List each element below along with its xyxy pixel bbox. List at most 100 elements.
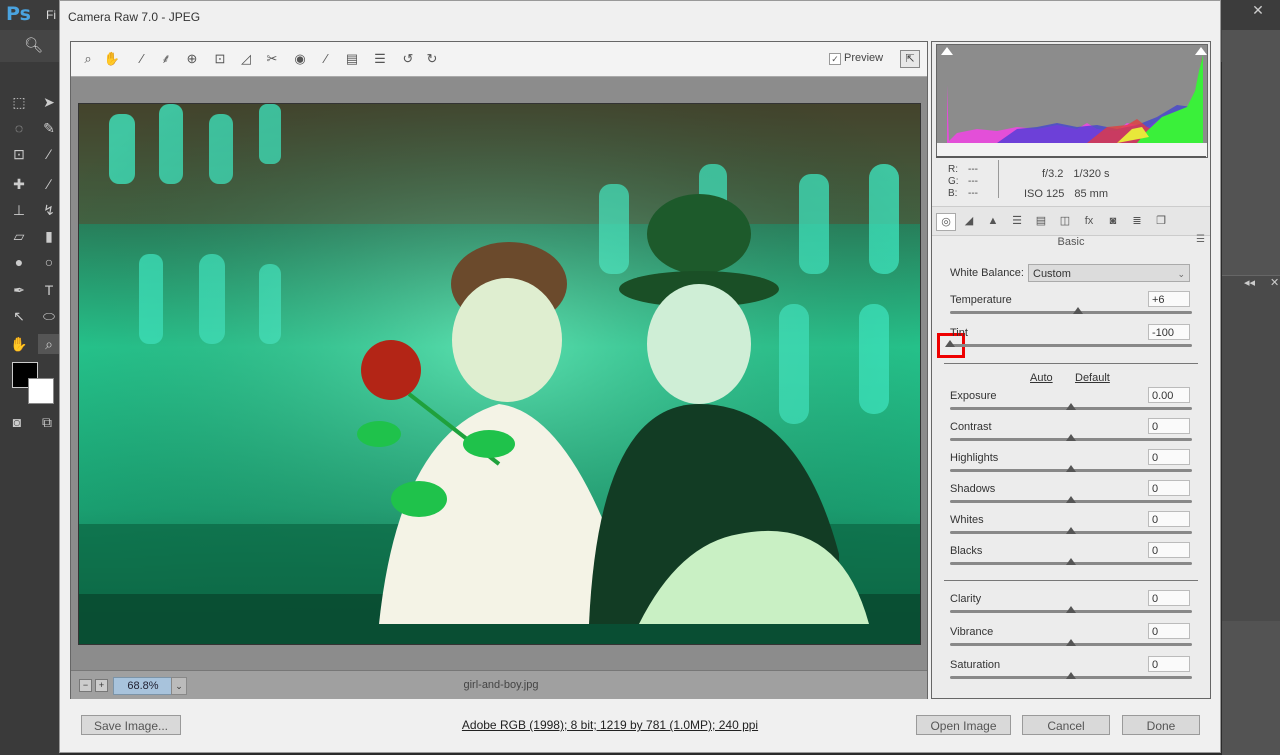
open-image-button[interactable]: Open Image [916,715,1011,735]
camera-info: f/3.2 1/320 s ISO 125 85 mm [1024,164,1110,204]
done-button[interactable]: Done [1122,715,1200,735]
clarity-slider-thumb[interactable] [1066,606,1076,613]
default-link[interactable]: Default [1075,372,1110,384]
gradient-tool-icon[interactable]: ▮ [38,226,60,246]
quick-mask-icon[interactable]: ◙ [6,412,28,432]
exposure-slider-thumb[interactable] [1066,403,1076,410]
section-divider [944,363,1198,364]
shadows-value-field[interactable]: 0 [1148,480,1190,496]
blacks-label: Blacks [950,545,983,557]
zoom-tool-icon[interactable]: 🔍︎ [24,36,43,54]
tint-value-field[interactable]: -100 [1148,324,1190,340]
panel-collapse-icon[interactable]: ◂◂ [1244,276,1255,289]
zoom-in-button[interactable]: + [95,679,108,692]
rotate-left-icon[interactable]: ↺ [399,50,417,68]
marquee-tool-icon[interactable]: ⬚ [8,92,30,112]
vibrance-value-field[interactable]: 0 [1148,623,1190,639]
whites-value-field[interactable]: 0 [1148,511,1190,527]
white-balance-tool-icon[interactable]: ⁄ [133,50,151,68]
pen-tool-icon[interactable]: ✒ [8,280,30,300]
temperature-value-field[interactable]: +6 [1148,291,1190,307]
highlights-value-field[interactable]: 0 [1148,449,1190,465]
tint-slider-track[interactable] [950,344,1192,347]
dodge-tool-icon[interactable]: ○ [38,252,60,272]
contrast-value-field[interactable]: 0 [1148,418,1190,434]
eyedropper-tool-icon[interactable]: ⁄ [38,144,60,164]
history-brush-icon[interactable]: ↯ [38,200,60,220]
photo-preview [78,103,921,645]
workflow-options-link[interactable]: Adobe RGB (1998); 8 bit; 1219 by 781 (1.… [460,718,760,732]
tab-snapshots-icon[interactable]: ❐ [1152,213,1170,229]
lasso-tool-icon[interactable]: ◌ [8,118,30,138]
zoom-level-field[interactable]: 68.8% [113,677,173,695]
red-eye-tool-icon[interactable]: ◉ [291,50,309,68]
clarity-value-field[interactable]: 0 [1148,590,1190,606]
path-select-icon[interactable]: ↖ [8,306,30,326]
panel-tabs: ◎ ◢ ▲ ☰ ▤ ◫ fx ◙ ≣ ❐ [932,206,1210,236]
app-close-button[interactable]: ✕ [1236,0,1280,22]
graduated-filter-icon[interactable]: ▤ [343,50,361,68]
clone-stamp-icon[interactable]: ⊥ [8,200,30,220]
tab-presets-icon[interactable]: ≣ [1128,213,1146,229]
tab-hsl-icon[interactable]: ☰ [1008,213,1026,229]
hand-tool-icon[interactable]: ✋ [8,334,30,354]
crop-tool-icon[interactable]: ⊡ [211,50,229,68]
blacks-slider-thumb[interactable] [1066,558,1076,565]
tab-detail-icon[interactable]: ▲ [984,213,1002,229]
panel-close-icon[interactable]: ✕ [1270,276,1279,289]
tint-slider-thumb[interactable] [945,340,955,347]
auto-link[interactable]: Auto [1030,372,1053,384]
tab-camera-calibration-icon[interactable]: ◙ [1104,213,1122,229]
color-sampler-tool-icon[interactable]: ⸙ [157,50,175,68]
highlights-slider-thumb[interactable] [1066,465,1076,472]
shadows-slider-thumb[interactable] [1066,496,1076,503]
type-tool-icon[interactable]: T [38,280,60,300]
whites-slider-thumb[interactable] [1066,527,1076,534]
tab-tone-curve-icon[interactable]: ◢ [960,213,978,229]
exposure-value-field[interactable]: 0.00 [1148,387,1190,403]
zoom-dropdown-icon[interactable]: ⌄ [171,677,187,695]
cancel-button[interactable]: Cancel [1022,715,1110,735]
blacks-value-field[interactable]: 0 [1148,542,1190,558]
shape-tool-icon[interactable]: ⬭ [38,306,60,326]
preferences-icon[interactable]: ☰ [371,50,389,68]
quick-select-tool-icon[interactable]: ✎ [38,118,60,138]
white-balance-select[interactable]: Custom ⌄ [1028,264,1190,282]
spot-removal-tool-icon[interactable]: ✂ [263,50,281,68]
temperature-slider-thumb[interactable] [1073,307,1084,314]
highlight-clipping-warning-icon[interactable] [1195,47,1207,55]
tab-split-toning-icon[interactable]: ▤ [1032,213,1050,229]
target-adjustment-tool-icon[interactable]: ⊕ [183,50,201,68]
screen-mode-icon[interactable]: ⧉ [36,412,58,432]
saturation-value-field[interactable]: 0 [1148,656,1190,672]
tab-effects-icon[interactable]: fx [1080,213,1098,229]
blur-tool-icon[interactable]: ● [8,252,30,272]
vibrance-slider-thumb[interactable] [1066,639,1076,646]
section-divider [944,580,1198,581]
straighten-tool-icon[interactable]: ◿ [237,50,255,68]
camera-raw-dialog: Camera Raw 7.0 - JPEG ⌕ ✋ ⁄ ⸙ ⊕ ⊡ ◿ ✂ ◉ … [59,0,1221,753]
background-color-swatch[interactable] [28,378,54,404]
tab-lens-corrections-icon[interactable]: ◫ [1056,213,1074,229]
zoom-tool-icon[interactable]: ⌕ [79,50,97,68]
zoom-tool-icon[interactable]: ⌕ [38,334,60,354]
tab-basic-icon[interactable]: ◎ [936,213,956,231]
move-tool-icon[interactable]: ➤ [38,92,60,112]
zoom-out-button[interactable]: − [79,679,92,692]
save-image-button[interactable]: Save Image... [81,715,181,735]
crop-tool-icon[interactable]: ⊡ [8,144,30,164]
contrast-slider-thumb[interactable] [1066,434,1076,441]
brush-tool-icon[interactable]: ∕ [38,174,60,194]
menu-file[interactable]: Fi [46,8,56,22]
eraser-tool-icon[interactable]: ▱ [8,226,30,246]
saturation-slider-thumb[interactable] [1066,672,1076,679]
rotate-right-icon[interactable]: ↻ [423,50,441,68]
preview-checkbox[interactable]: ✓ Preview [829,52,883,65]
adjustment-brush-icon[interactable]: ∕ [317,50,335,68]
hand-tool-icon[interactable]: ✋ [103,50,121,68]
shadow-clipping-warning-icon[interactable] [941,47,953,55]
temperature-slider-track[interactable] [950,311,1192,314]
healing-brush-icon[interactable]: ✚ [8,174,30,194]
fullscreen-toggle-button[interactable]: ⇱ [900,50,920,68]
panel-menu-icon[interactable]: ☰ [1196,234,1205,245]
